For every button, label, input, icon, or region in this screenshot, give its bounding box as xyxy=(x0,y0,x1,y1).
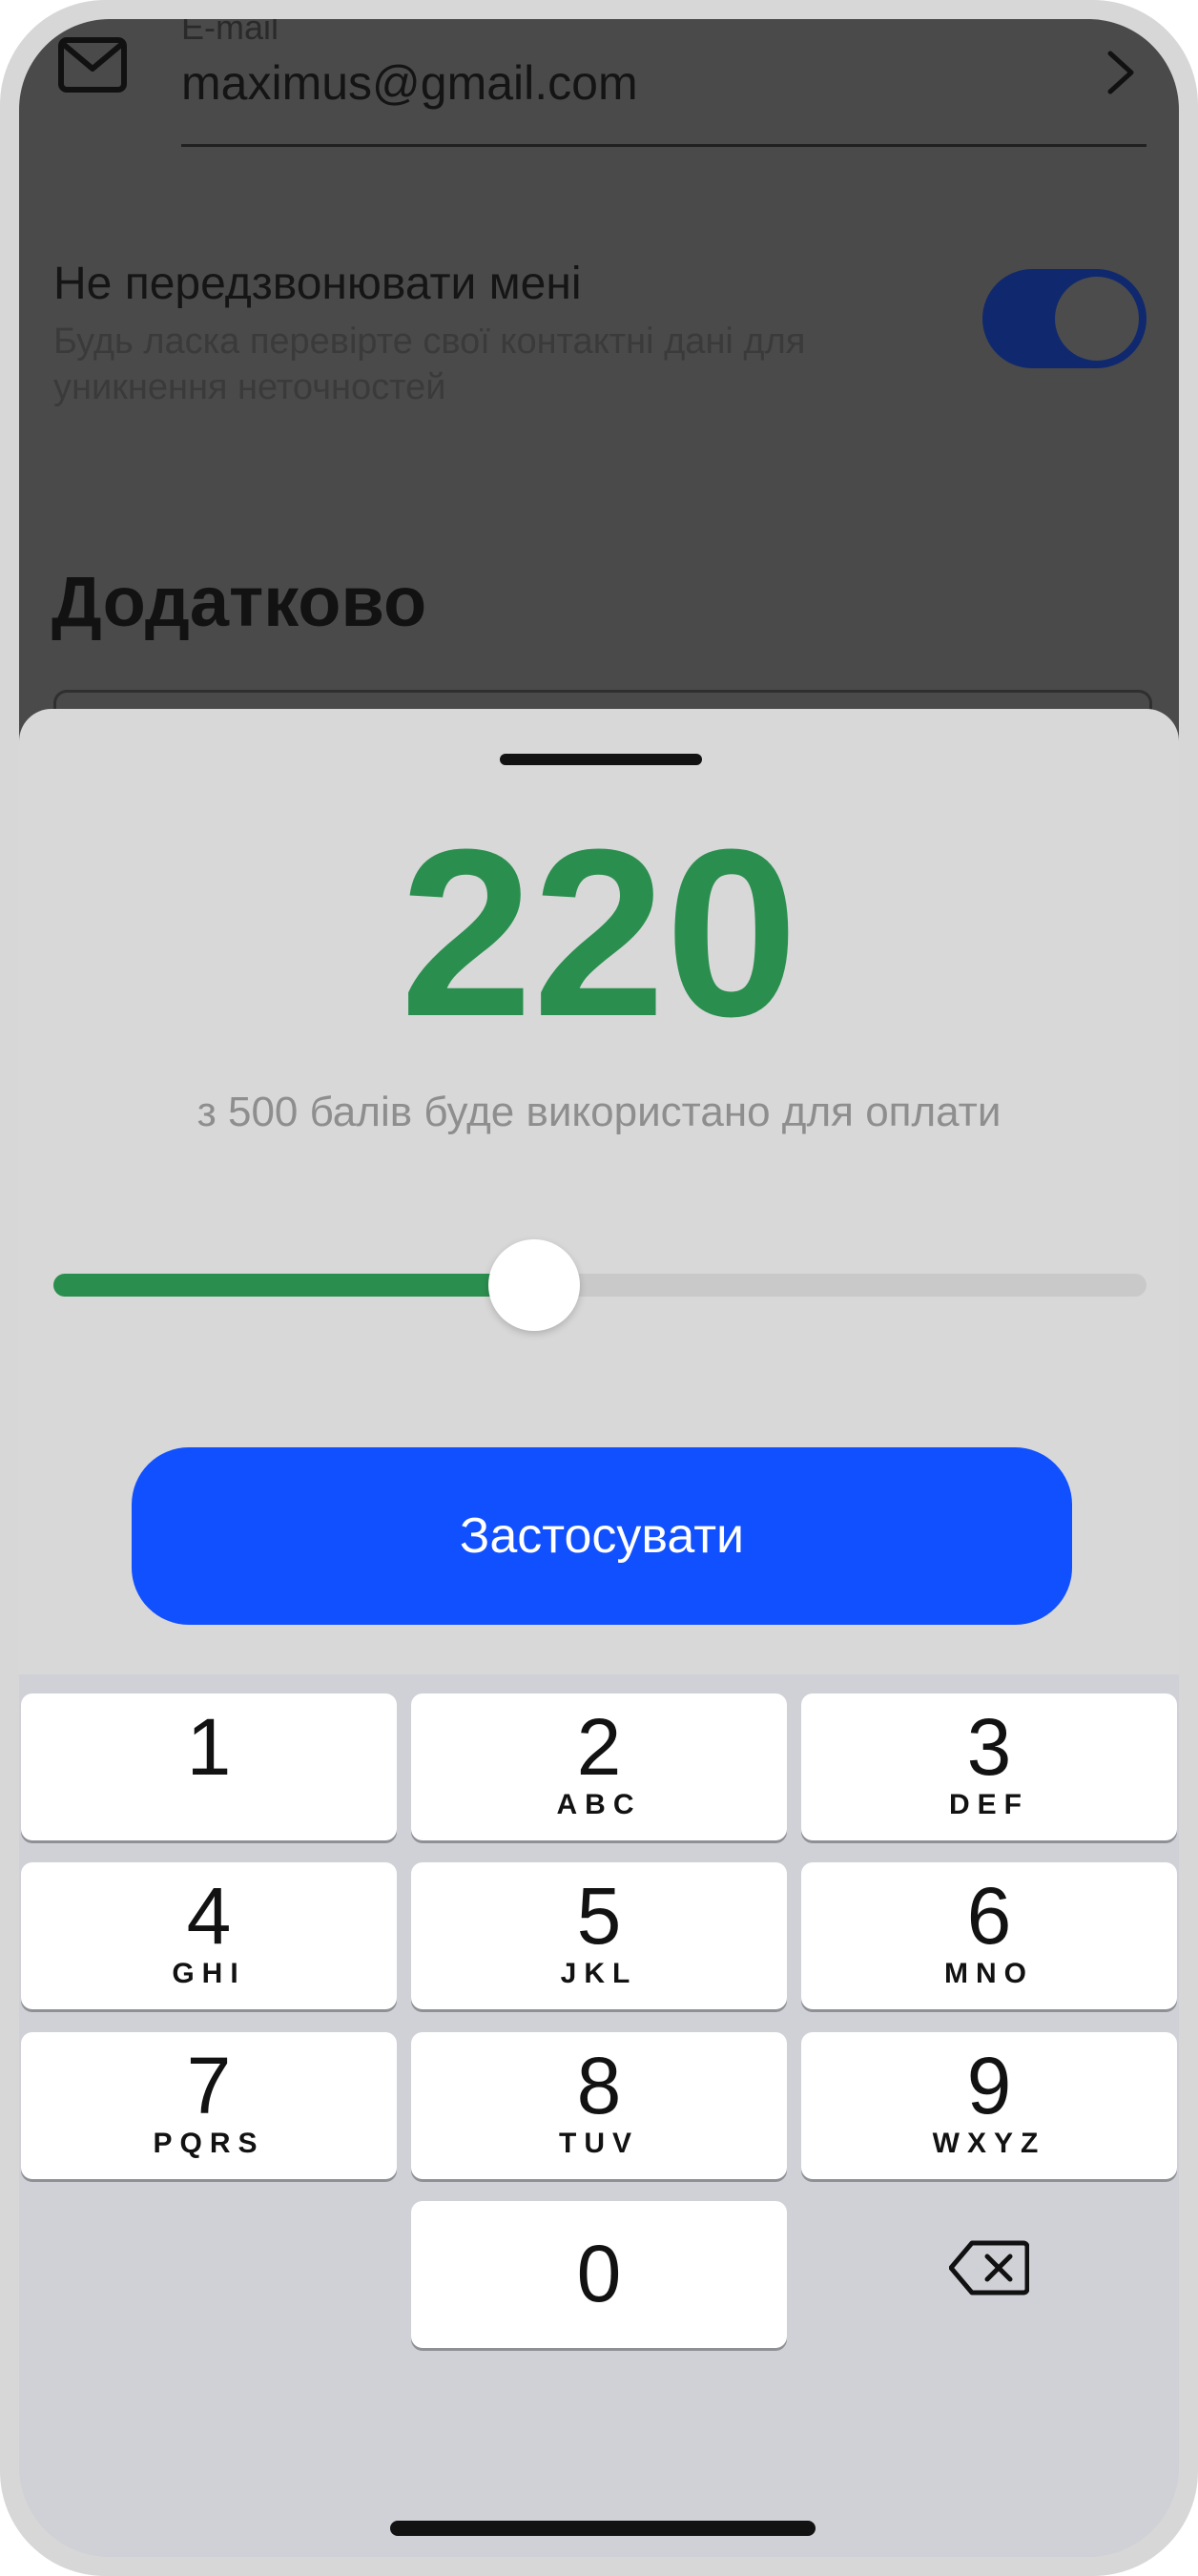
key-digit: 5 xyxy=(576,1871,622,1961)
phone-frame: E-mail maximus@gmail.com Не передзвонюва… xyxy=(0,0,1198,2576)
key-7[interactable]: 7 PQRS xyxy=(21,2032,397,2179)
do-not-call-description: Будь ласка перевірте свої контактні дані… xyxy=(53,322,806,407)
key-1[interactable]: 1 xyxy=(21,1693,397,1840)
key-letters: MNO xyxy=(944,1958,1034,1989)
key-letters: JKL xyxy=(560,1958,638,1989)
toggle-knob xyxy=(1055,277,1139,361)
email-label: E-mail xyxy=(181,19,279,47)
key-digit: 3 xyxy=(966,1702,1012,1792)
key-6[interactable]: 6 MNO xyxy=(801,1862,1177,2009)
key-letters: WXYZ xyxy=(932,2128,1046,2159)
key-letters: TUV xyxy=(559,2128,639,2159)
sheet-grabber[interactable] xyxy=(500,754,702,765)
backspace-icon[interactable] xyxy=(949,2239,1029,2296)
key-9[interactable]: 9 WXYZ xyxy=(801,2032,1177,2179)
key-letters: GHI xyxy=(172,1958,246,1989)
key-4[interactable]: 4 GHI xyxy=(21,1862,397,2009)
background-page: E-mail maximus@gmail.com Не передзвонюва… xyxy=(19,19,1179,782)
slider-thumb[interactable] xyxy=(488,1239,581,1331)
key-5[interactable]: 5 JKL xyxy=(411,1862,787,2009)
email-value[interactable]: maximus@gmail.com xyxy=(181,55,638,111)
key-0[interactable]: 0 xyxy=(411,2201,787,2348)
key-digit: 4 xyxy=(186,1871,232,1961)
slider-fill xyxy=(53,1274,535,1297)
points-slider[interactable] xyxy=(53,1239,1146,1331)
key-digit: 0 xyxy=(576,2229,622,2318)
numeric-keypad: 1 2 ABC 3 DEF 4 GHI 5 JKL 6 MNO 7 PQRS 8… xyxy=(19,1674,1179,2557)
key-3[interactable]: 3 DEF xyxy=(801,1693,1177,1840)
key-digit: 9 xyxy=(966,2041,1012,2130)
points-caption: з 500 балів буде використано для оплати xyxy=(196,1089,1002,1135)
email-underline xyxy=(181,144,1146,147)
key-digit: 1 xyxy=(186,1702,232,1792)
key-digit: 2 xyxy=(576,1702,622,1792)
do-not-call-toggle[interactable] xyxy=(982,269,1146,368)
key-digit: 8 xyxy=(576,2041,622,2130)
key-2[interactable]: 2 ABC xyxy=(411,1693,787,1840)
screen: E-mail maximus@gmail.com Не передзвонюва… xyxy=(19,19,1179,2557)
key-digit: 6 xyxy=(966,1871,1012,1961)
points-value: 220 xyxy=(400,800,798,1066)
key-letters: ABC xyxy=(556,1789,642,1820)
section-title-additional: Додатково xyxy=(52,562,427,641)
do-not-call-title: Не передзвонювати мені xyxy=(53,259,582,309)
key-digit: 7 xyxy=(186,2041,232,2130)
home-indicator xyxy=(390,2521,816,2536)
key-letters: DEF xyxy=(949,1789,1029,1820)
envelope-icon xyxy=(58,37,127,93)
key-8[interactable]: 8 TUV xyxy=(411,2032,787,2179)
chevron-right-icon[interactable] xyxy=(1106,50,1135,95)
key-letters: PQRS xyxy=(153,2128,265,2159)
points-bottom-sheet: 220 з 500 балів буде використано для опл… xyxy=(19,709,1179,1674)
apply-button[interactable]: Застосувати xyxy=(132,1447,1072,1625)
